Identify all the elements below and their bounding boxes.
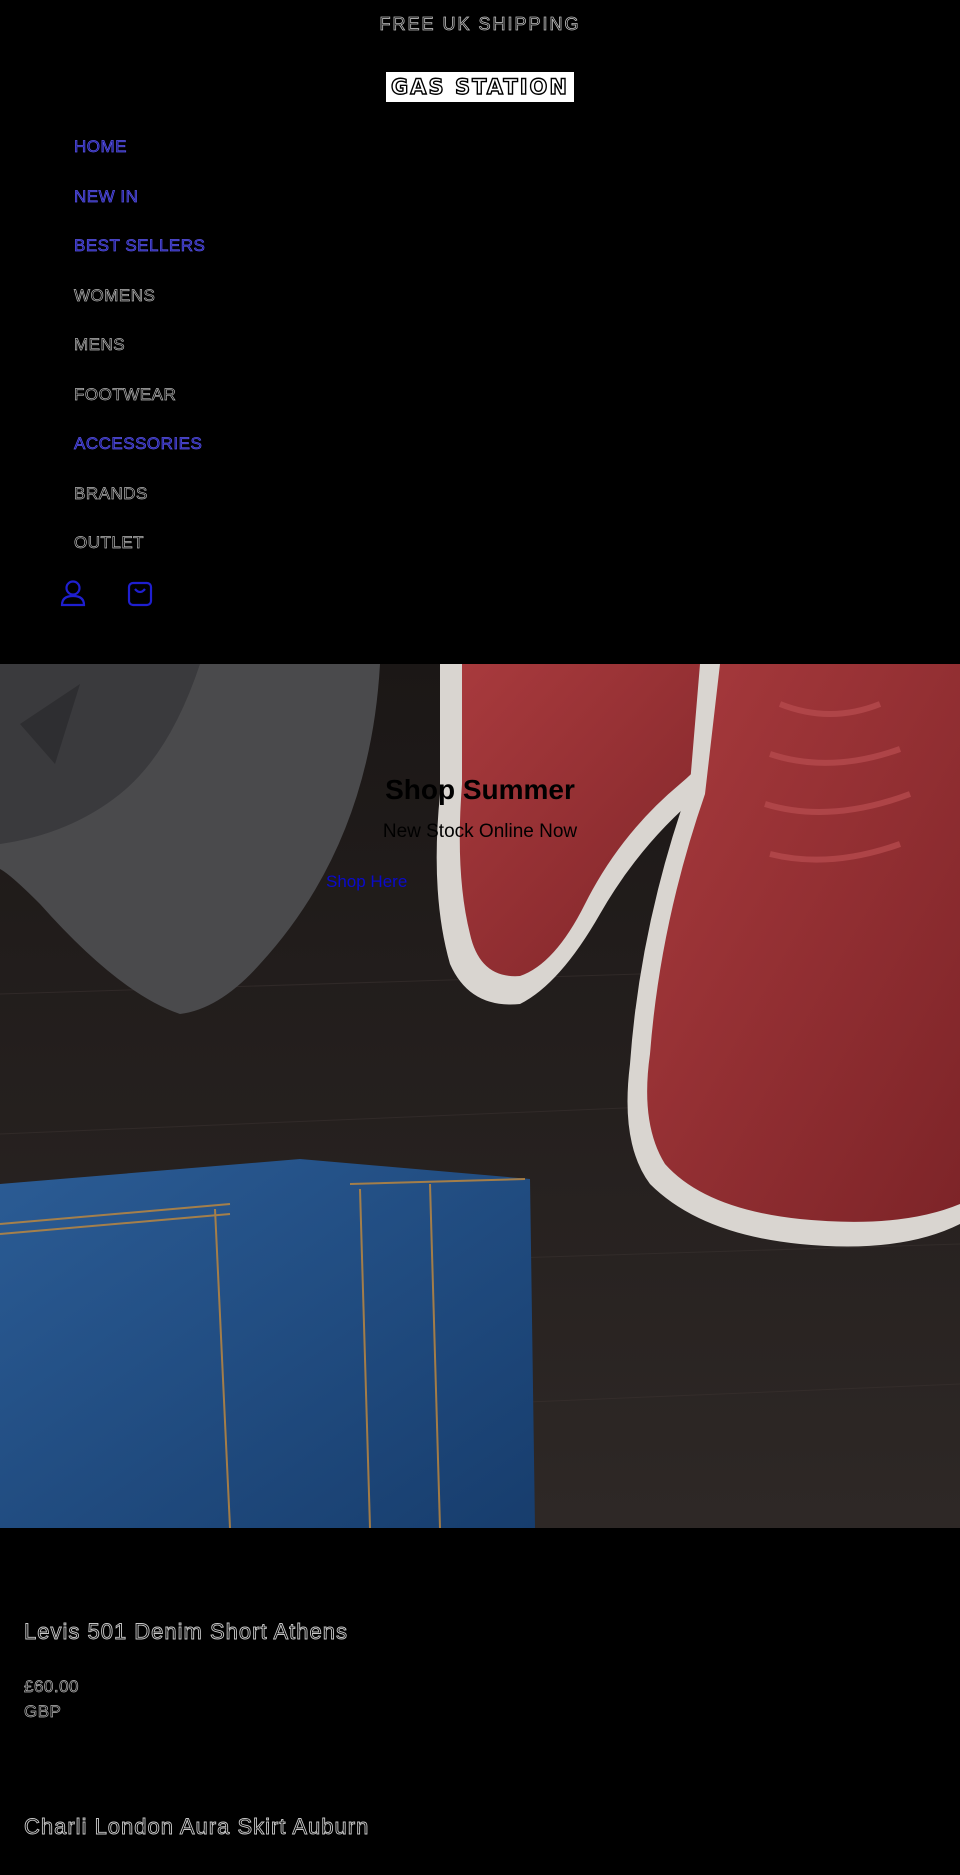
product-title[interactable]: Levis 501 Denim Short Athens: [24, 1619, 348, 1645]
nav-item-womens[interactable]: WOMENS: [74, 281, 205, 331]
shop-here-link[interactable]: Shop Here: [326, 872, 407, 892]
nav-item-new-in[interactable]: NEW IN: [74, 182, 205, 232]
nav-item-mens[interactable]: MENS: [74, 330, 205, 380]
site-logo[interactable]: GAS STATION: [386, 72, 574, 102]
account-icon[interactable]: [58, 578, 88, 610]
nav-item-best-sellers[interactable]: BEST SELLERS: [74, 231, 206, 281]
product-price: £60.00: [24, 1677, 79, 1697]
product-currency: GBP: [24, 1702, 62, 1722]
product-title[interactable]: Charli London Aura Skirt Auburn: [24, 1814, 369, 1840]
page: FREE UK SHIPPING GAS STATION HOME NEW IN…: [0, 0, 960, 1875]
logo-text: GAS STATION: [390, 74, 569, 99]
nav-item-brands[interactable]: BRANDS: [74, 479, 205, 529]
cart-icon[interactable]: [125, 578, 155, 610]
nav-item-footwear[interactable]: FOOTWEAR: [74, 380, 205, 430]
hero-subtitle: New Stock Online Now: [382, 821, 578, 842]
nav-item-outlet[interactable]: OUTLET: [74, 528, 205, 578]
nav-item-accessories[interactable]: ACCESSORIES: [74, 429, 205, 479]
nav-item-home[interactable]: HOME: [74, 132, 205, 182]
nav-list: HOME NEW IN BEST SELLERS WOMENS MENS FOO…: [74, 132, 206, 578]
announcement-bar: FREE UK SHIPPING: [379, 14, 581, 35]
hero-title: Shop Summer: [385, 774, 575, 805]
